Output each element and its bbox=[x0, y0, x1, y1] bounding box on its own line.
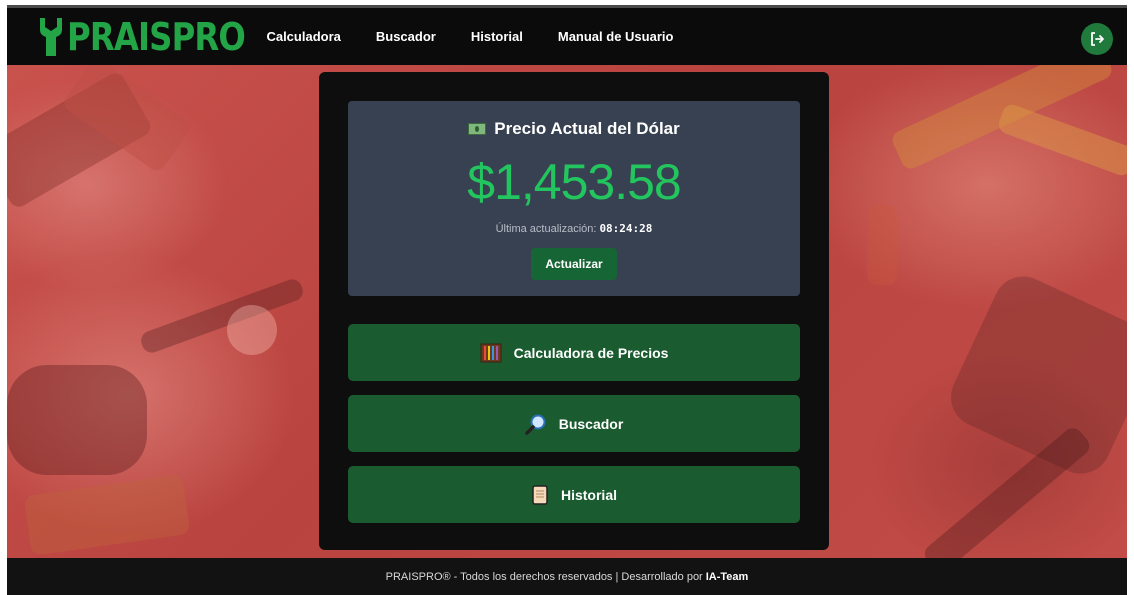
logout-button[interactable] bbox=[1081, 23, 1113, 55]
abacus-icon bbox=[480, 343, 502, 363]
nav-manual-de-usuario[interactable]: Manual de Usuario bbox=[558, 29, 674, 44]
dollar-bill-icon bbox=[468, 123, 487, 135]
scroll-icon bbox=[531, 484, 549, 506]
logo-text: PRAISPRO bbox=[67, 14, 246, 59]
refresh-button[interactable]: Actualizar bbox=[531, 248, 617, 280]
last-updated-time: 08:24:28 bbox=[599, 222, 653, 235]
main-nav: Calculadora Buscador Historial Manual de… bbox=[266, 29, 708, 44]
logo[interactable]: PRAISPRO bbox=[37, 12, 276, 62]
card-title-text: Precio Actual del Dólar bbox=[494, 119, 680, 138]
historial-button[interactable]: Historial bbox=[348, 466, 800, 523]
calculadora-de-precios-button[interactable]: Calculadora de Precios bbox=[348, 324, 800, 381]
last-updated: Última actualización: 08:24:28 bbox=[348, 222, 800, 235]
card-title: Precio Actual del Dólar bbox=[348, 119, 800, 139]
footer: PRAISPRO® - Todos los derechos reservado… bbox=[7, 558, 1127, 595]
nav-buscador[interactable]: Buscador bbox=[376, 29, 436, 44]
wrench-icon bbox=[40, 17, 62, 56]
dollar-price-value: $1,453.58 bbox=[467, 154, 681, 210]
dollar-price-card: Precio Actual del Dólar $1,453.58 Última… bbox=[348, 101, 800, 296]
nav-calculadora[interactable]: Calculadora bbox=[266, 29, 340, 44]
nav-historial[interactable]: Historial bbox=[471, 29, 523, 44]
logout-icon bbox=[1091, 32, 1104, 46]
buscador-button[interactable]: Buscador bbox=[348, 395, 800, 452]
main-panel: Precio Actual del Dólar $1,453.58 Última… bbox=[319, 72, 829, 550]
footer-team[interactable]: IA-Team bbox=[706, 571, 749, 583]
app-window: PRAISPRO Calculadora Buscador Historial … bbox=[7, 5, 1127, 595]
top-navbar: PRAISPRO Calculadora Buscador Historial … bbox=[7, 5, 1127, 65]
magnifier-icon bbox=[524, 413, 547, 435]
footer-text: PRAISPRO® - Todos los derechos reservado… bbox=[385, 570, 703, 583]
calculadora-de-precios-label: Calculadora de Precios bbox=[513, 344, 669, 361]
last-updated-label: Última actualización: bbox=[495, 223, 597, 235]
buscador-label: Buscador bbox=[558, 415, 624, 432]
historial-label: Historial bbox=[560, 486, 617, 503]
